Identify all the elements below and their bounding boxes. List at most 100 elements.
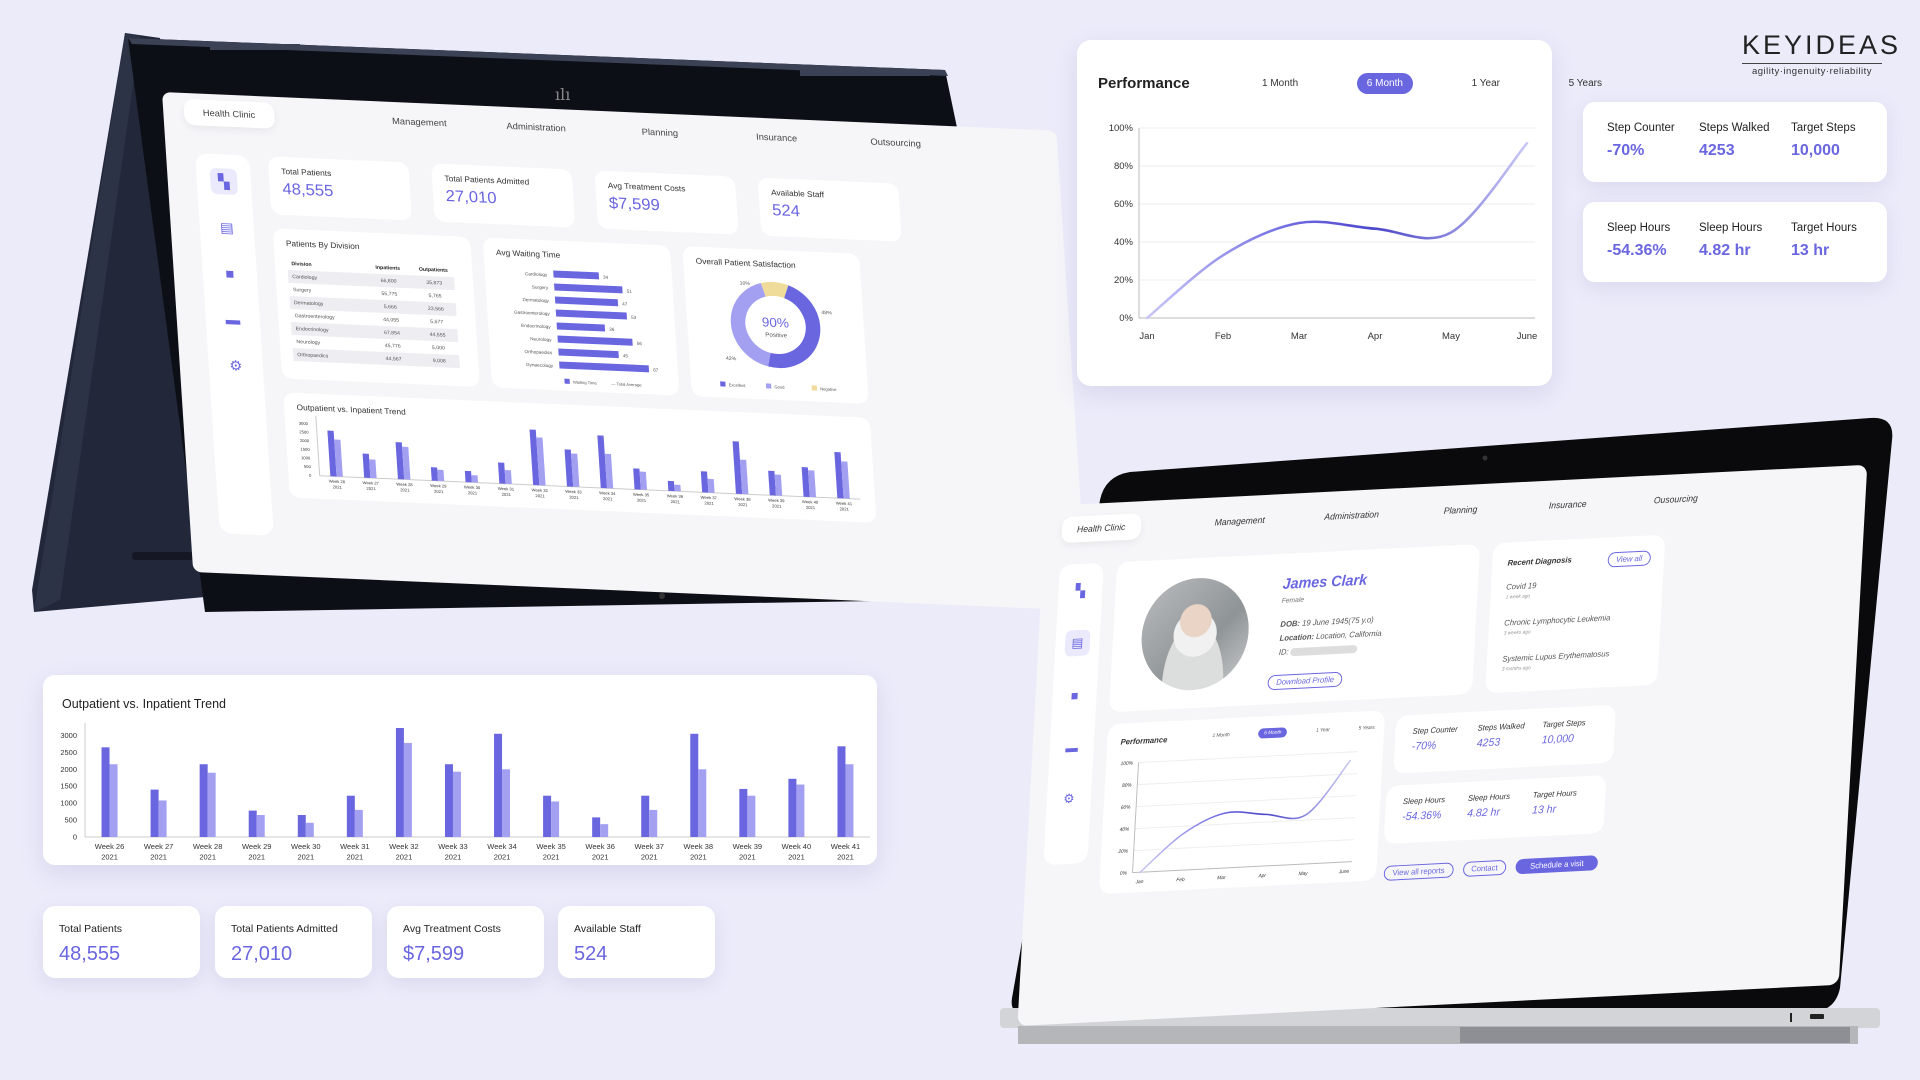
kpi-value: 48,555 [59, 943, 121, 965]
inpatient-bar [256, 815, 265, 837]
y-tick-label: 0 [309, 473, 312, 478]
diagnosis-item[interactable]: Systemic Lupus Erythematosus 3 months ago [1502, 647, 1650, 672]
inpatient-bar [551, 801, 560, 837]
nav-item-outsourcing[interactable]: Outsourcing [870, 137, 921, 149]
x-tick-label: June [1338, 869, 1350, 876]
y-tick-label: 40% [1114, 237, 1134, 248]
nav-item-insurance[interactable]: Insurance [1549, 499, 1587, 511]
x-tick-sublabel: 2021 [772, 503, 782, 508]
stat-sleep-hours-pct: Sleep Hours -54.36% [1607, 222, 1699, 282]
view-all-button[interactable]: View all [1606, 550, 1652, 568]
view-all-reports-button[interactable]: View all reports [1383, 862, 1454, 881]
y-tick-label: 500 [304, 464, 312, 469]
stat-value: 4253 [1476, 736, 1501, 750]
performance-tabs: 1 Month 6 Month 1 Year 5 Years [1252, 73, 1612, 94]
kpi-value: 524 [771, 202, 801, 221]
inpatient-bar [109, 764, 118, 837]
location-value: Location, California [1315, 628, 1382, 642]
gear-icon[interactable]: ⚙ [221, 352, 250, 379]
kpi-available-staff: Available Staff 524 [757, 177, 902, 242]
card-icon[interactable]: ▤ [1064, 629, 1091, 657]
tab-5-years[interactable]: 5 Years [1559, 73, 1612, 94]
x-tick-sublabel: 2021 [248, 853, 265, 862]
x-tick-label: Week 31 [340, 842, 369, 851]
stat-value: -54.36% [1607, 242, 1667, 259]
briefcase-icon[interactable]: ■ [1062, 681, 1088, 708]
waiting-time-bar [554, 283, 623, 294]
stat-label: Sleep Hours [1402, 795, 1446, 807]
nav-brand[interactable]: Health Clinic [1061, 513, 1142, 544]
waiting-time-bar [559, 361, 650, 373]
gear-icon[interactable]: ⚙ [1056, 785, 1082, 812]
download-profile-wrap: Download Profile [1267, 669, 1344, 691]
nav-item-management[interactable]: Management [1214, 515, 1265, 528]
y-tick-label: 1500 [300, 447, 310, 452]
x-tick-label: Mar [1217, 875, 1226, 882]
nav-item-insurance[interactable]: Insurance [756, 132, 798, 144]
performance-line [1145, 141, 1529, 320]
patient-dob: DOB: 19 June 1945(75 y.o) [1280, 615, 1374, 629]
diagnosis-item[interactable]: Covid 19 1 week ago [1506, 575, 1654, 601]
stat-label: Target Steps [1791, 122, 1856, 134]
table-cell: Neurology [296, 338, 321, 346]
download-profile-button[interactable]: Download Profile [1267, 671, 1344, 691]
x-tick-label: Week 32 [389, 842, 418, 851]
dob-value: 19 June 1945(75 y.o) [1301, 615, 1374, 628]
performance-line [1139, 759, 1351, 874]
y-tick-label: 2000 [300, 438, 310, 443]
diagnosis-item[interactable]: Chronic Lymphocytic Leukemia 3 weeks ago [1504, 611, 1652, 636]
y-tick-label: 0 [73, 833, 77, 842]
x-tick-label: Week 29 [430, 483, 447, 489]
nav-brand[interactable]: Health Clinic [183, 98, 275, 129]
stat-value: -70% [1607, 142, 1645, 159]
card-icon[interactable]: ▤ [212, 214, 241, 241]
tab-1-month[interactable]: 1 Month [1252, 73, 1308, 94]
folder-icon[interactable]: ▬ [1059, 733, 1085, 760]
x-tick-sublabel: 2021 [603, 496, 613, 501]
x-tick-label: Week 33 [565, 489, 582, 495]
tablet-device: ılı Health Clinic Management Administrat… [0, 0, 1088, 620]
y-tick-label: 2500 [299, 429, 309, 434]
nav-item-administration[interactable]: Administration [506, 121, 566, 134]
kpi-avg-costs: Avg Treatment Costs $7,599 [594, 170, 739, 235]
nav-item-administration[interactable]: Administration [1324, 509, 1379, 522]
table-cell: 55,775 [381, 290, 398, 298]
bar-value-label: 51 [627, 289, 633, 294]
x-tick-label: Week 35 [536, 842, 565, 851]
table-cell: 23,566 [427, 305, 445, 313]
dashboard-icon[interactable]: ▚ [1067, 577, 1093, 604]
y-tick-label: 60% [1121, 804, 1132, 811]
x-tick-label: Week 26 [329, 479, 346, 485]
x-tick-label: May [1298, 871, 1308, 878]
stat-steps-walked: Steps Walked 4253 [1699, 122, 1791, 182]
nav-item-outsourcing[interactable]: Ousourcing [1654, 493, 1699, 505]
nav-item-planning[interactable]: Planning [641, 127, 678, 139]
x-tick-sublabel: 2021 [445, 853, 462, 862]
x-tick-label: Week 40 [782, 842, 811, 851]
outpatient-bar [494, 733, 503, 837]
x-tick-sublabel: 2021 [788, 853, 805, 862]
stat-label: Sleep Hours [1607, 222, 1671, 234]
x-tick-label: Week 39 [768, 498, 785, 504]
laptop-sleep-stats: Sleep Hours -54.36% Sleep Hours 4.82 hr Targ… [1383, 775, 1607, 845]
contact-button[interactable]: Contact [1462, 859, 1507, 877]
dashboard-icon[interactable]: ▚ [209, 167, 239, 196]
tab-1-year[interactable]: 1 Year [1462, 73, 1510, 94]
tab-6-month[interactable]: 6 Month [1356, 73, 1413, 94]
nav-item-management[interactable]: Management [392, 116, 447, 128]
stat-label: Steps Walked [1699, 122, 1770, 134]
folder-icon[interactable]: ▬ [218, 306, 247, 333]
x-tick-sublabel: 2021 [297, 853, 314, 862]
nav-item-planning[interactable]: Planning [1444, 504, 1478, 516]
x-tick-sublabel: 2021 [670, 499, 680, 504]
kpi-total-admitted: Total Patients Admitted 27,010 [431, 163, 576, 228]
laptop-performance-card: Performance 1 Month 6 Month 1 Year 5 Yea… [1098, 710, 1386, 895]
x-tick-label: Jan [1135, 879, 1144, 886]
briefcase-icon[interactable]: ■ [215, 260, 244, 287]
schedule-visit-button[interactable]: Schedule a visit [1515, 855, 1599, 875]
logo-tagline: agility·ingenuity·reliability [1751, 66, 1873, 77]
id-redacted [1290, 644, 1358, 657]
legend-swatch [765, 383, 772, 389]
x-tick-label: Apr [1368, 331, 1383, 342]
performance-title: Performance [1098, 75, 1190, 92]
